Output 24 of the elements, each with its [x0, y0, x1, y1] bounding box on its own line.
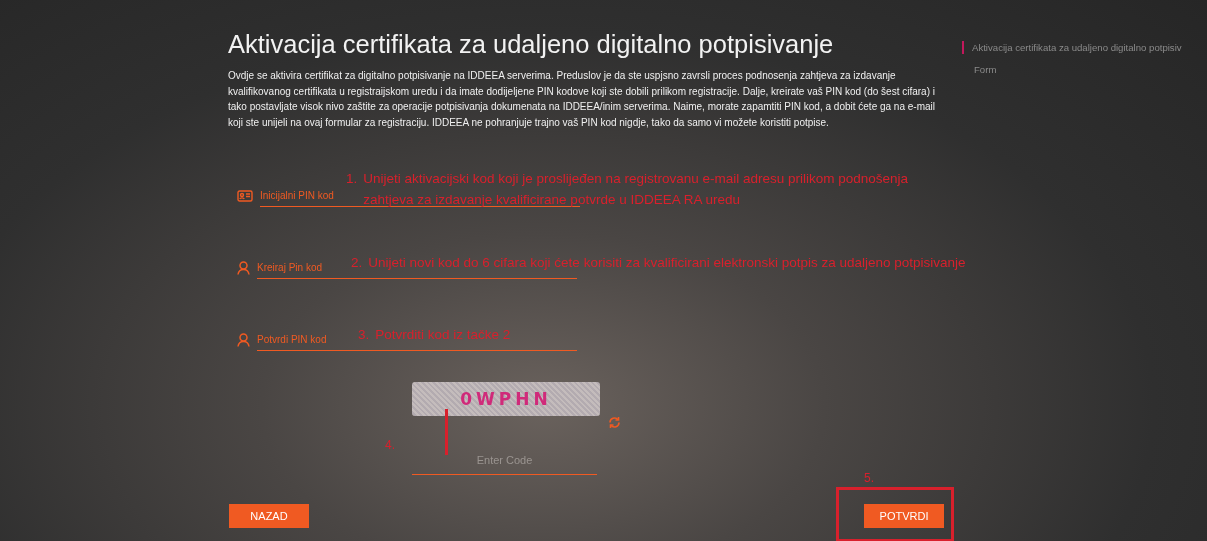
annotation-number: 2. — [351, 254, 363, 273]
sidebar-link[interactable]: Aktivacija certifikata za udaljeno digitalno potpisiv — [972, 42, 1182, 53]
refresh-icon[interactable] — [608, 416, 621, 430]
pin-input-field[interactable]: Potvrdi PIN kod — [257, 328, 341, 351]
person-icon — [237, 332, 250, 347]
id-card-icon — [237, 189, 253, 202]
pin-input-field[interactable]: Inicijalni PIN kod — [260, 184, 344, 207]
annotation-line — [445, 409, 448, 456]
captcha-image: 0WPHN — [412, 382, 600, 417]
annotation-number: 1. — [346, 170, 358, 189]
annotation-text: Unijeti aktivacijski kod koji je proslijeđen na registrovanu e-mail adresu prilikom podnošenja zahtjeva za izdavanje kvalificirane potvrde u IDDEEA RA uredu — [363, 170, 910, 210]
annotation-number: 3. — [358, 326, 370, 345]
annotation-number: 4. — [385, 438, 395, 453]
intro-paragraph: Ovdje se aktivira certifikat za digitalno potpisivanje na IDDEEA serverima. Preduslov je da ste uspjsno zavrsli proces podnosenja zahtjeva za izdavanje kvalifikovanog certifikata u registraijskom uredu i da imate dodijeljene PIN kodove koji ste dobili prilikom registracije. Dalje, kreirate vaš PIN kod (do šest cifara) i tako postavljate visok nivo zaštite za operacije potpisivanja dokumenata na IDDEEA/inim serverima. Naime, morate zapamtiti PIN kod, a dobit ćete ga na e-mail koji ste unijeli na ovaj formular za registraciju. IDDEEA ne pohranjuje trajno vaš PIN kod nigdje, tako da samo vi možete koristiti potpise. — [228, 69, 936, 130]
captcha-input-field[interactable]: Enter Code — [412, 448, 597, 476]
back-button[interactable]: NAZAD — [229, 504, 309, 529]
confirm-button[interactable]: POTVRDI — [864, 504, 944, 529]
person-icon — [237, 260, 250, 275]
page-title: Aktivacija certifikata za udaljeno digitalno potpisivanje — [228, 29, 835, 60]
sidebar-caption: Form — [974, 64, 998, 75]
annotation-text: Potvrditi kod iz tačke 2 — [375, 326, 511, 345]
annotation-text: Unijeti novi kod do 6 cifara koji ćete korisiti za kvalificirani elektronski potpis za udaljeno potpisivanje — [368, 254, 966, 273]
annotation-number: 5. — [864, 471, 874, 486]
pin-input-field[interactable]: Kreiraj Pin kod — [257, 256, 341, 279]
